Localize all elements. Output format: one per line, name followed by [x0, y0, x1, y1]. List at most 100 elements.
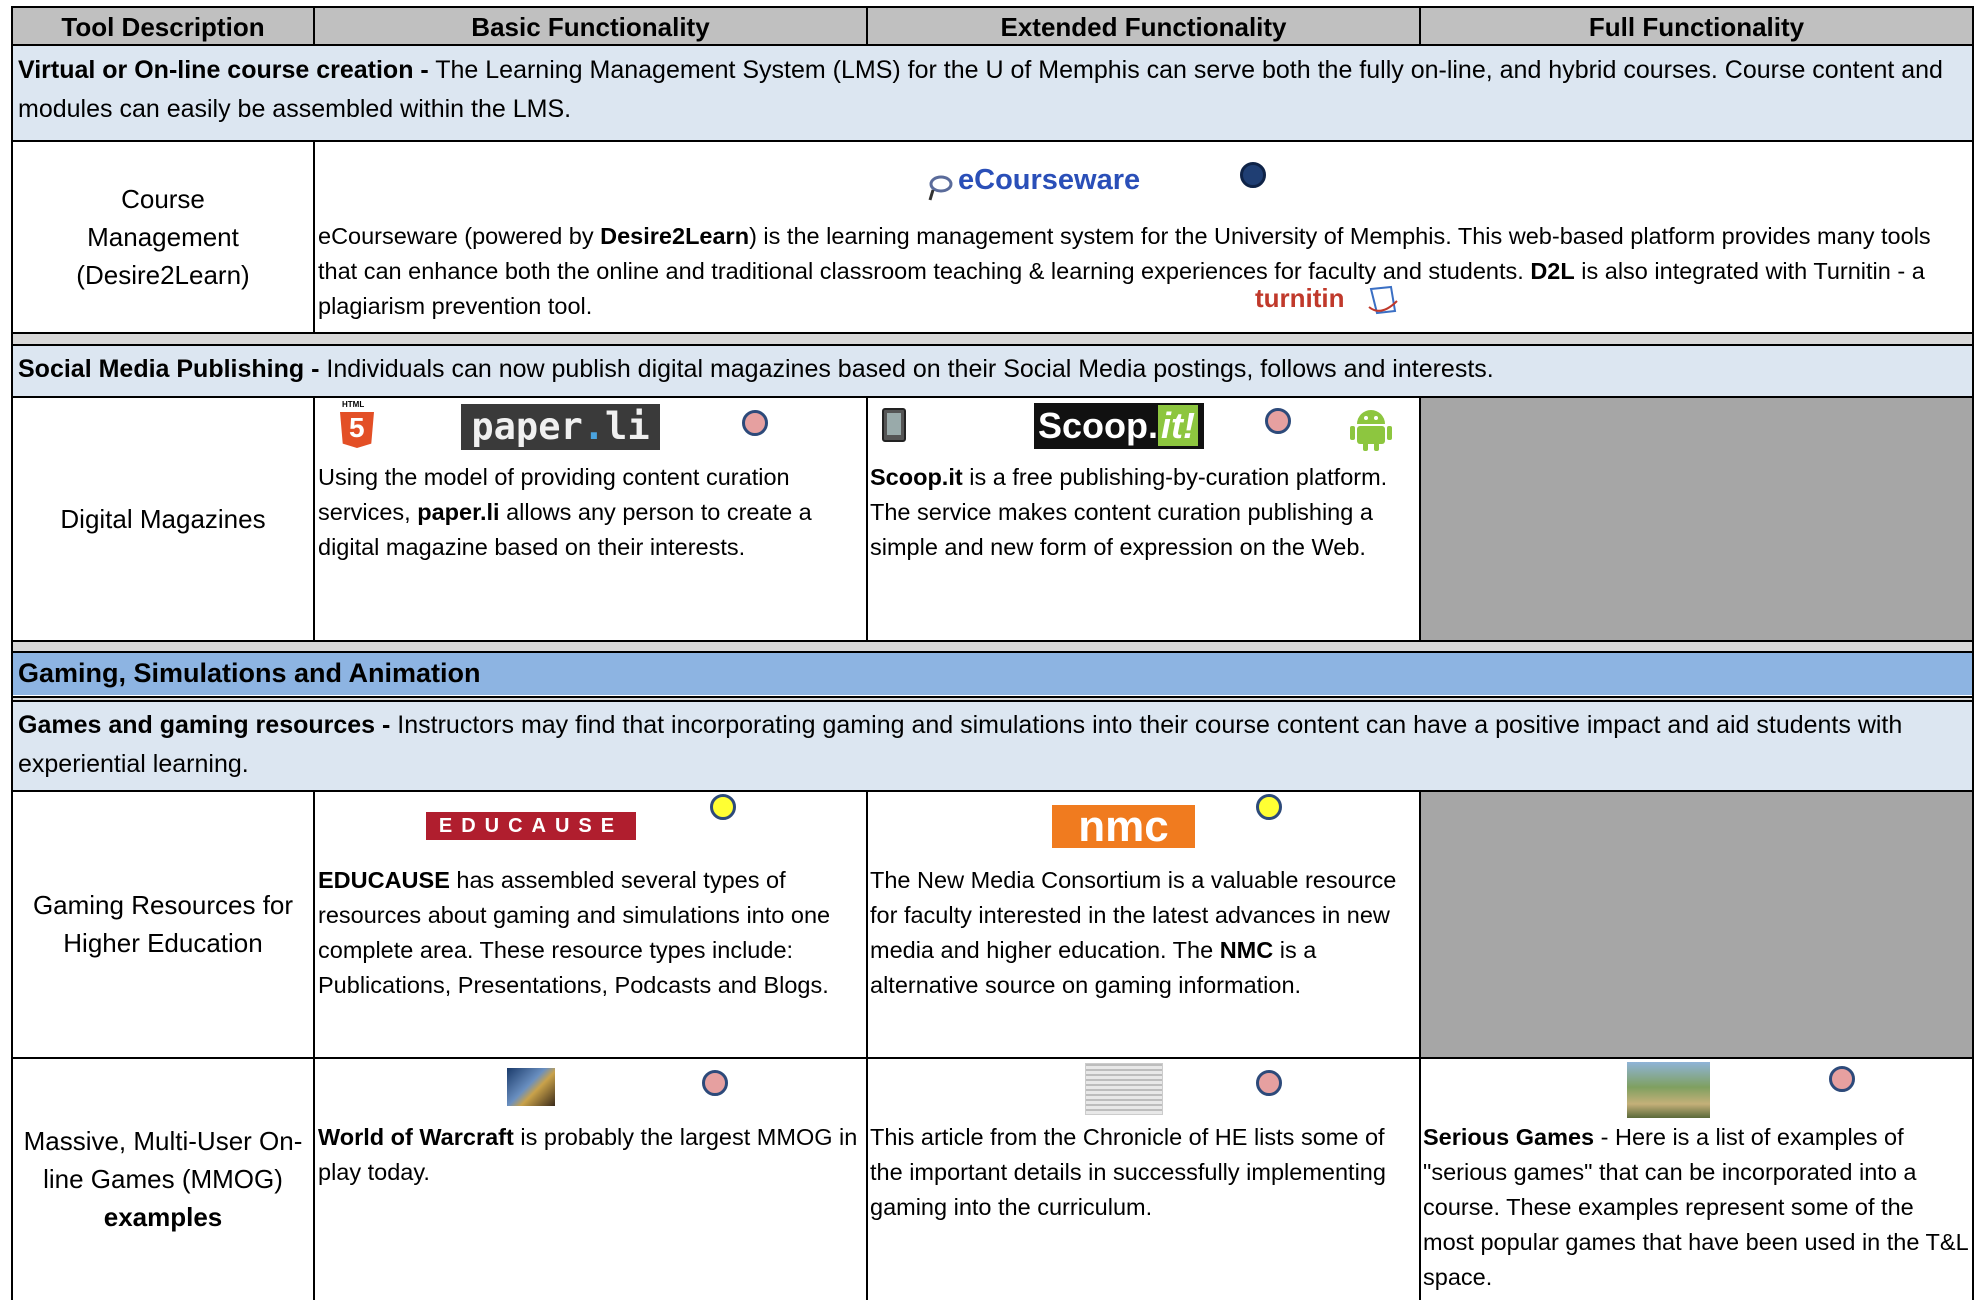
nmc-text: NMC	[1219, 937, 1274, 963]
grid-line	[12, 344, 1973, 346]
grid-line	[866, 397, 868, 641]
tool-digital-magazines: Digital Magazines	[12, 398, 314, 640]
section-title: Virtual or On-line course creation -	[18, 56, 429, 84]
header-full: Full Functionality	[1420, 7, 1973, 45]
grid-line	[313, 141, 315, 334]
grid-line	[12, 790, 1973, 792]
educause-description: EDUCAUSE has assembled several types of …	[318, 863, 863, 1053]
section-gaming: Games and gaming resources - Instructors…	[12, 700, 1973, 790]
logo-text: Scoop.	[1038, 405, 1159, 446]
grid-line	[866, 791, 868, 1300]
tool-name-bold: examples	[103, 1202, 223, 1232]
tablet-icon	[882, 408, 906, 442]
header-extended: Extended Functionality	[867, 7, 1420, 45]
grid-line	[1419, 791, 1421, 1300]
tool-name: Course Management (Desire2Learn)	[76, 184, 250, 290]
header-label: Full Functionality	[1588, 12, 1805, 42]
grid-line	[12, 1057, 1973, 1059]
ecourseware-logo[interactable]: eCourseware	[928, 160, 1143, 206]
text: The New Media Consortium is a valuable r…	[870, 867, 1397, 963]
level-indicator-icon	[710, 794, 736, 820]
header-label: Basic Functionality	[471, 12, 710, 42]
separator	[12, 334, 1973, 344]
serious-games-thumbnail[interactable]	[1627, 1062, 1710, 1118]
grid-line	[313, 397, 315, 641]
scoopit-link[interactable]: Scoop.it	[870, 464, 963, 490]
chronicle-description: This article from the Chronicle of HE li…	[870, 1120, 1418, 1290]
category-title: Gaming, Simulations and Animation	[18, 658, 481, 688]
logo-text: EDUCAUSE	[438, 815, 624, 837]
level-indicator-icon	[1829, 1066, 1855, 1092]
logo-text: paper	[471, 405, 583, 448]
separator	[12, 641, 1973, 651]
paperli-logo[interactable]: paper.li	[461, 404, 660, 450]
header-tool-description: Tool Description	[12, 7, 314, 45]
d2l-text: D2L	[1530, 258, 1575, 284]
section-title: Social Media Publishing -	[18, 355, 320, 383]
html5-icon: HTML 5	[340, 400, 376, 450]
tool-gaming-resources: Gaming Resources for Higher Education	[12, 792, 314, 1056]
nmc-logo[interactable]: nmc	[1052, 802, 1195, 851]
logo-accent: it!	[1158, 405, 1198, 446]
section-text: Individuals can now publish digital maga…	[319, 355, 1494, 383]
grid-line	[11, 6, 13, 1300]
world-of-warcraft-link[interactable]: World of Warcraft	[318, 1124, 514, 1150]
level-indicator-icon	[702, 1070, 728, 1096]
educause-logo[interactable]: EDUCAUSE	[426, 812, 636, 840]
category-gaming: Gaming, Simulations and Animation	[12, 653, 1973, 695]
scoopit-description: Scoop.it is a free publishing-by-curatio…	[870, 460, 1418, 630]
text: eCourseware (powered by	[318, 223, 601, 249]
grid-line	[12, 640, 1973, 642]
header-basic: Basic Functionality	[314, 7, 867, 45]
section-title: Games and gaming resources -	[18, 711, 391, 739]
level-indicator-icon	[1240, 162, 1266, 188]
logo-dot: .	[582, 405, 606, 448]
level-indicator-icon	[1256, 1070, 1282, 1096]
grid-line	[12, 140, 1973, 142]
turnitin-logo[interactable]: turnitin	[1255, 283, 1415, 319]
grid-line	[1419, 6, 1421, 45]
level-indicator-icon	[742, 410, 768, 436]
level-indicator-icon	[1265, 408, 1291, 434]
educause-link[interactable]: EDUCAUSE	[318, 867, 450, 893]
grid-line	[866, 6, 868, 45]
tool-name: Digital Magazines	[60, 504, 266, 534]
html5-number: 5	[349, 412, 365, 443]
grid-line	[12, 396, 1973, 398]
spreadsheet: Tool Description Basic Functionality Ext…	[0, 0, 1975, 1300]
serious-games-link[interactable]: Serious Games	[1423, 1124, 1594, 1150]
empty-cell	[1420, 792, 1973, 1058]
grid-line	[12, 700, 1973, 702]
grid-line	[1419, 397, 1421, 641]
grid-line	[12, 44, 1973, 46]
ecourseware-logo-text: eCourseware	[958, 164, 1141, 196]
grid-line	[12, 651, 1973, 653]
grid-line	[313, 6, 315, 45]
course-management-description: eCourseware (powered by Desire2Learn) is…	[318, 219, 1968, 329]
serious-games-description: Serious Games - Here is a list of exampl…	[1423, 1120, 1971, 1300]
tool-mmog: Massive, Multi-User On-line Games (MMOG)…	[12, 1060, 314, 1300]
text: This article from the Chronicle of HE li…	[870, 1124, 1386, 1220]
level-indicator-icon	[1256, 794, 1282, 820]
desire2learn-link[interactable]: Desire2Learn	[600, 223, 749, 249]
section-virtual: Virtual or On-line course creation - The…	[12, 45, 1973, 140]
empty-cell	[1420, 398, 1973, 640]
world-of-warcraft-thumbnail[interactable]	[507, 1068, 555, 1106]
html5-label: HTML	[342, 400, 365, 409]
header-label: Extended Functionality	[1000, 12, 1287, 42]
turnitin-icon	[1368, 285, 1398, 315]
grid-line	[12, 696, 1973, 698]
paperli-description: Using the model of providing content cur…	[318, 460, 863, 630]
logo-text: nmc	[1078, 802, 1169, 851]
paperli-link[interactable]: paper.li	[417, 499, 499, 525]
android-icon	[1350, 410, 1392, 451]
tool-course-management: Course Management (Desire2Learn)	[12, 142, 314, 332]
grid-line	[1972, 6, 1974, 1300]
chronicle-article-thumbnail[interactable]	[1085, 1063, 1163, 1115]
tool-name: Massive, Multi-User On-line Games (MMOG)	[23, 1126, 303, 1194]
section-social: Social Media Publishing - Individuals ca…	[12, 344, 1973, 396]
scoopit-logo[interactable]: Scoop.it!	[1034, 403, 1204, 449]
nmc-description: The New Media Consortium is a valuable r…	[870, 863, 1418, 1053]
logo-text: li	[605, 405, 650, 448]
header-label: Tool Description	[61, 12, 265, 42]
